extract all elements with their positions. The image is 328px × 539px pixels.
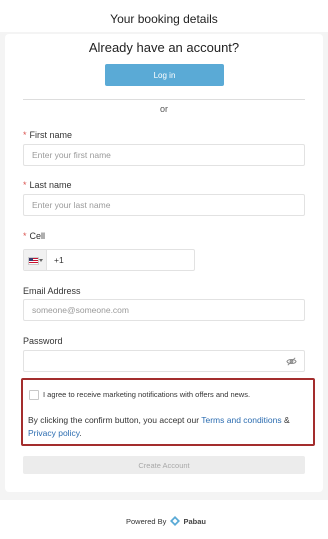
marketing-consent-checkbox[interactable] xyxy=(29,390,39,400)
header: Your booking details xyxy=(0,0,328,32)
create-account-button[interactable]: Create Account xyxy=(23,456,305,474)
password-label: Password xyxy=(23,336,63,346)
required-marker: * xyxy=(23,231,27,241)
cell-label: * Cell xyxy=(23,231,45,241)
brand-name: Pabau xyxy=(183,516,206,526)
us-flag-icon xyxy=(28,257,39,265)
consent-section: I agree to receive marketing notificatio… xyxy=(21,378,315,446)
booking-form-card: Already have an account? Log in or * Firs… xyxy=(5,34,323,492)
first-name-field[interactable]: Enter your first name xyxy=(23,144,305,166)
country-code: +1 xyxy=(54,255,64,265)
email-field[interactable]: someone@someone.com xyxy=(23,299,305,321)
email-label: Email Address xyxy=(23,286,81,296)
account-prompt: Already have an account? xyxy=(88,40,240,55)
cell-field[interactable]: +1 xyxy=(23,249,195,271)
country-selector[interactable] xyxy=(24,250,47,270)
cell-label-text: Cell xyxy=(29,231,46,241)
required-marker: * xyxy=(23,180,27,190)
terms-suffix: . xyxy=(79,428,82,438)
eye-slash-icon[interactable] xyxy=(286,356,297,367)
first-name-label: * First name xyxy=(23,130,72,140)
chevron-down-icon xyxy=(39,259,43,262)
footer: Powered By Pabau xyxy=(0,500,328,539)
last-name-placeholder: Enter your last name xyxy=(32,200,111,210)
terms-notice: By clicking the confirm button, you acce… xyxy=(28,414,312,440)
privacy-link[interactable]: Privacy policy xyxy=(28,428,79,438)
page-title: Your booking details xyxy=(110,12,218,26)
last-name-label: * Last name xyxy=(23,180,72,190)
pabau-logo-icon xyxy=(170,516,181,526)
first-name-placeholder: Enter your first name xyxy=(32,150,111,160)
required-marker: * xyxy=(23,130,27,140)
first-name-label-text: First name xyxy=(29,130,73,140)
divider xyxy=(23,99,305,100)
marketing-consent-label: I agree to receive marketing notificatio… xyxy=(43,390,251,399)
last-name-label-text: Last name xyxy=(29,180,72,190)
terms-prefix: By clicking the confirm button, you acce… xyxy=(28,415,202,425)
powered-by: Powered By Pabau xyxy=(126,516,206,526)
last-name-field[interactable]: Enter your last name xyxy=(23,194,305,216)
login-button[interactable]: Log in xyxy=(105,64,224,86)
email-placeholder: someone@someone.com xyxy=(32,305,129,315)
password-field[interactable] xyxy=(23,350,305,372)
or-separator: or xyxy=(159,104,168,114)
powered-by-label: Powered By xyxy=(126,516,167,526)
terms-link[interactable]: Terms and conditions xyxy=(201,415,281,425)
terms-joiner: & xyxy=(281,415,290,425)
